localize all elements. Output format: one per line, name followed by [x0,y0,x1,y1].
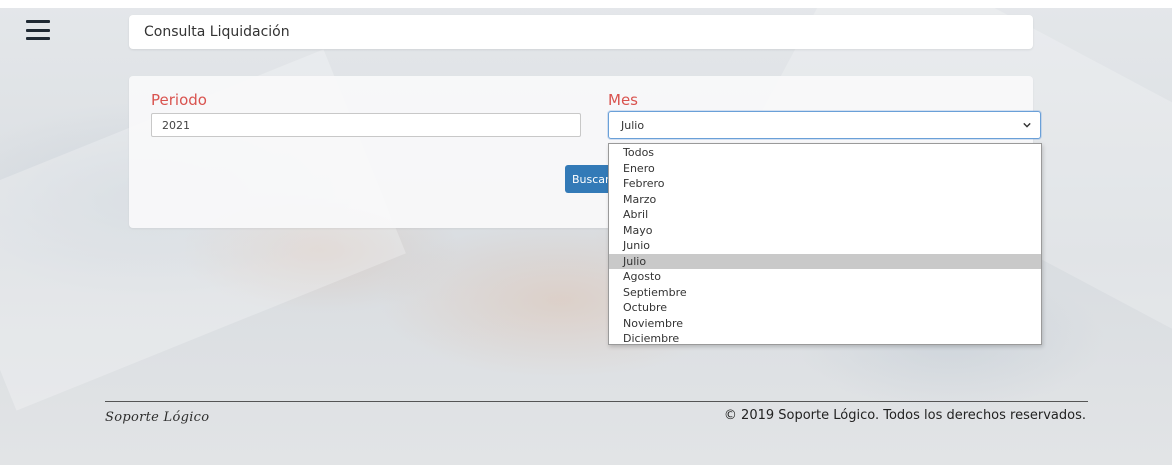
hamburger-bar [26,20,50,23]
mes-option[interactable]: Febrero [609,176,1041,192]
page-title: Consulta Liquidación [144,24,290,40]
mes-select[interactable]: Julio [608,111,1041,139]
mes-dropdown-list: Todos Enero Febrero Marzo Abril Mayo Junio Juli… [608,143,1042,345]
footer-divider [105,401,1088,402]
hamburger-bar [26,37,50,40]
hamburger-menu-icon[interactable] [26,20,50,40]
top-strip [0,0,1172,8]
mes-label: Mes [608,91,638,109]
periodo-input[interactable] [151,113,581,137]
mes-option[interactable]: Mayo [609,223,1041,239]
mes-option[interactable]: Abril [609,207,1041,223]
mes-option[interactable]: Julio [609,253,1041,269]
mes-option[interactable]: Agosto [609,269,1041,285]
mes-option[interactable]: Todos [609,145,1041,161]
periodo-label: Periodo [151,91,207,109]
mes-option[interactable]: Marzo [609,192,1041,208]
hamburger-bar [26,28,50,32]
chevron-down-icon [1023,122,1031,128]
mes-option[interactable]: Octubre [609,300,1041,316]
mes-option[interactable]: Diciembre [609,331,1041,347]
mes-option[interactable]: Septiembre [609,285,1041,301]
mes-selected-value: Julio [621,118,645,132]
footer-copyright: © 2019 Soporte Lógico. Todos los derecho… [723,408,1086,423]
mes-option[interactable]: Noviembre [609,316,1041,332]
page-title-bar: Consulta Liquidación [129,15,1033,49]
footer-logo: Soporte Lógico [105,410,210,425]
mes-option[interactable]: Enero [609,161,1041,177]
mes-option[interactable]: Junio [609,238,1041,254]
